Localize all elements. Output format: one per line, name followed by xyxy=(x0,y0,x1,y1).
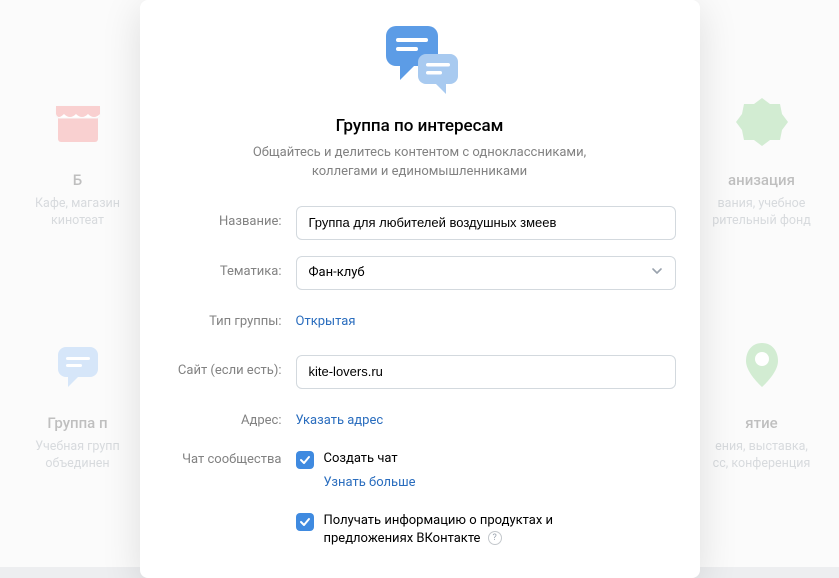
type-label: Тип группы: xyxy=(164,306,296,329)
learn-more-link[interactable]: Узнать больше xyxy=(324,475,676,490)
chevron-down-icon xyxy=(651,265,663,281)
create-group-form: Название: Тематика: Фан-клуб Тип группы:… xyxy=(164,206,676,548)
modal-title: Группа по интересам xyxy=(164,116,676,136)
site-input[interactable] xyxy=(296,355,676,389)
modal-subtitle: Общайтесь и делитесь контентом с однокла… xyxy=(230,144,610,182)
name-label: Название: xyxy=(164,206,296,229)
create-chat-label: Создать чат xyxy=(324,450,398,468)
topic-select-value: Фан-клуб xyxy=(309,265,365,280)
name-input[interactable] xyxy=(296,206,676,240)
create-chat-checkbox[interactable] xyxy=(296,451,314,469)
type-link[interactable]: Открытая xyxy=(296,306,356,329)
marketing-checkbox[interactable] xyxy=(296,513,314,531)
marketing-label: Получать информацию о продуктах и предло… xyxy=(324,513,554,546)
chat-bubbles-icon xyxy=(372,20,468,106)
chat-label: Чат сообщества xyxy=(164,444,296,467)
topic-label: Тематика: xyxy=(164,256,296,279)
topic-select[interactable]: Фан-клуб xyxy=(296,256,676,290)
address-link[interactable]: Указать адрес xyxy=(296,405,384,428)
info-icon[interactable]: ? xyxy=(488,531,502,545)
site-label: Сайт (если есть): xyxy=(164,355,296,378)
check-icon xyxy=(299,516,311,528)
address-label: Адрес: xyxy=(164,405,296,428)
check-icon xyxy=(299,454,311,466)
create-group-modal: Группа по интересам Общайтесь и делитесь… xyxy=(140,0,700,578)
